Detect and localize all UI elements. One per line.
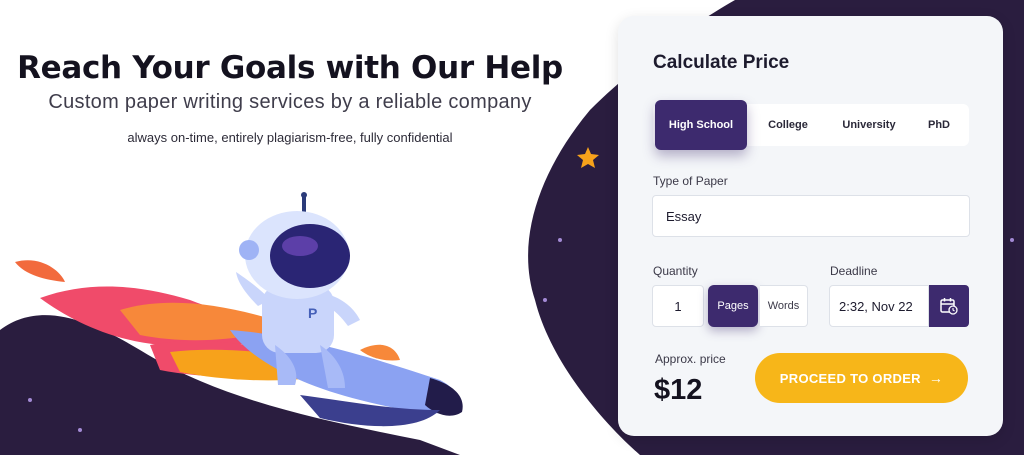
svg-text:P: P [308,305,317,321]
hero-section: Reach Your Goals with Our Help Custom pa… [0,48,580,147]
approx-price-label: Approx. price [655,352,726,366]
deadline-label: Deadline [830,264,878,278]
level-university[interactable]: University [831,104,907,146]
page: P Reach Your Goals with Our Help Custom … [0,0,1024,455]
unit-words-toggle[interactable]: Words [760,285,808,327]
hero-subtitle: Custom paper writing services by a relia… [48,91,532,113]
type-of-paper-label: Type of Paper [653,174,728,188]
price-calculator-card: Calculate Price High School College Univ… [618,16,1003,436]
level-high-school[interactable]: High School [655,100,747,150]
arrow-right-icon: → [928,370,944,386]
quantity-input[interactable]: 1 [652,285,704,327]
price-value: $12 [654,374,703,406]
hero-tagline: always on-time, entirely plagiarism-free… [127,130,453,145]
level-phd[interactable]: PhD [913,104,965,146]
calendar-icon [940,298,958,315]
quantity-label: Quantity [653,264,698,278]
calendar-button[interactable] [929,285,969,327]
proceed-to-order-button[interactable]: PROCEED TO ORDER → [755,353,968,403]
unit-pages-toggle[interactable]: Pages [708,285,758,327]
academic-level-selector: High School College University PhD [653,100,969,150]
hero-title: Reach Your Goals with Our Help [17,50,563,86]
calculator-title: Calculate Price [653,52,790,73]
level-college[interactable]: College [753,104,823,146]
deadline-input[interactable]: 2:32, Nov 22 [829,285,929,327]
type-of-paper-select[interactable]: Essay [652,195,970,237]
proceed-to-order-label: PROCEED TO ORDER [779,370,921,386]
